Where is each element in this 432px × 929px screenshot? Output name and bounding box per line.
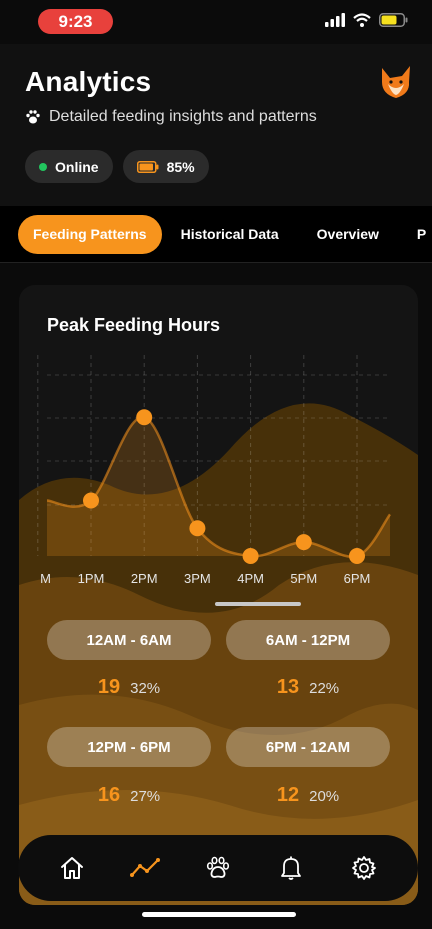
chart-area [47, 417, 390, 557]
subtitle-text: Detailed feeding insights and patterns [49, 108, 317, 125]
wifi-icon [353, 13, 371, 27]
x-tick-label: 1PM [78, 571, 105, 586]
chart-point [189, 520, 206, 537]
nav-home[interactable] [52, 848, 92, 888]
paw-icon [26, 110, 40, 124]
tab-bar: Feeding Patterns Historical Data Overvie… [0, 206, 432, 262]
stat-percent: 32% [130, 680, 161, 697]
x-tick-label: 2PM [131, 571, 158, 586]
scroll-handle[interactable] [215, 602, 301, 606]
tab-divider [0, 262, 432, 263]
range-6pm-12am-stat: 12 20% [226, 784, 390, 807]
tab-historical-data[interactable]: Historical Data [162, 215, 298, 254]
range-12am-6am-button[interactable]: 12AM - 6AM [47, 620, 211, 660]
range-6am-12pm-button[interactable]: 6AM - 12PM [226, 620, 390, 660]
analytics-icon [130, 858, 161, 877]
stat-percent: 27% [130, 788, 161, 805]
status-icons [325, 13, 408, 27]
range-6am-12pm-stat: 13 22% [226, 676, 390, 699]
bell-icon [280, 856, 301, 880]
stat-percent: 20% [309, 788, 340, 805]
range-12pm-6pm-button[interactable]: 12PM - 6PM [47, 727, 211, 767]
header: Analytics Detailed feeding insights and … [0, 44, 432, 206]
range-12pm-6pm-stat: 16 27% [47, 784, 211, 807]
stat-count: 19 [97, 676, 121, 698]
stat-count: 12 [276, 784, 300, 806]
bottom-nav [18, 835, 418, 901]
nav-notifications[interactable] [271, 848, 311, 888]
chart-point [136, 409, 153, 426]
stat-count: 13 [276, 676, 300, 698]
nav-analytics[interactable] [125, 848, 165, 888]
x-tick-label: 6PM [344, 571, 371, 586]
nav-pets[interactable] [198, 848, 238, 888]
status-bar: 9:23 [0, 0, 432, 44]
battery-label: 85% [166, 158, 195, 175]
x-tick-label: 5PM [290, 571, 317, 586]
tab-overview[interactable]: Overview [298, 215, 398, 254]
tab-feeding-patterns[interactable]: Feeding Patterns [18, 214, 162, 254]
status-chips: Online 85% [25, 150, 209, 183]
online-chip: Online [25, 150, 113, 183]
home-indicator[interactable] [142, 912, 296, 917]
range-12am-6am-stat: 19 32% [47, 676, 211, 699]
status-time: 9:23 [38, 9, 113, 34]
range-6pm-12am-button[interactable]: 6PM - 12AM [226, 727, 390, 767]
page-title: Analytics [25, 66, 152, 97]
signal-icon [325, 13, 345, 27]
settings-icon [351, 856, 376, 880]
peak-hours-chart: M 1PM 2PM 3PM 4PM 5PM 6PM [37, 355, 392, 586]
nav-settings[interactable] [344, 848, 384, 888]
battery-icon [379, 13, 408, 27]
online-dot-icon [39, 162, 47, 171]
home-icon [61, 857, 84, 879]
page-subtitle: Detailed feeding insights and patterns [25, 108, 317, 126]
x-tick-label: 4PM [237, 571, 264, 586]
chart-point [295, 534, 312, 551]
chart-point [349, 548, 365, 564]
x-tick-label: M [40, 571, 51, 586]
stat-count: 16 [97, 784, 121, 806]
x-tick-label: 3PM [184, 571, 211, 586]
chart-point [83, 492, 99, 509]
peak-feeding-card: Peak Feeding Hours M 1PM 2PM 3PM 4PM 5PM 6PM 1… [19, 285, 418, 905]
paw-icon [206, 856, 230, 878]
device-battery-chip: 85% [122, 150, 209, 183]
fox-logo-icon [376, 64, 416, 105]
online-label: Online [55, 158, 99, 175]
device-battery-icon [136, 160, 159, 173]
tab-truncated[interactable]: P [398, 215, 432, 254]
stat-percent: 22% [309, 680, 340, 697]
chart-point [242, 548, 259, 564]
